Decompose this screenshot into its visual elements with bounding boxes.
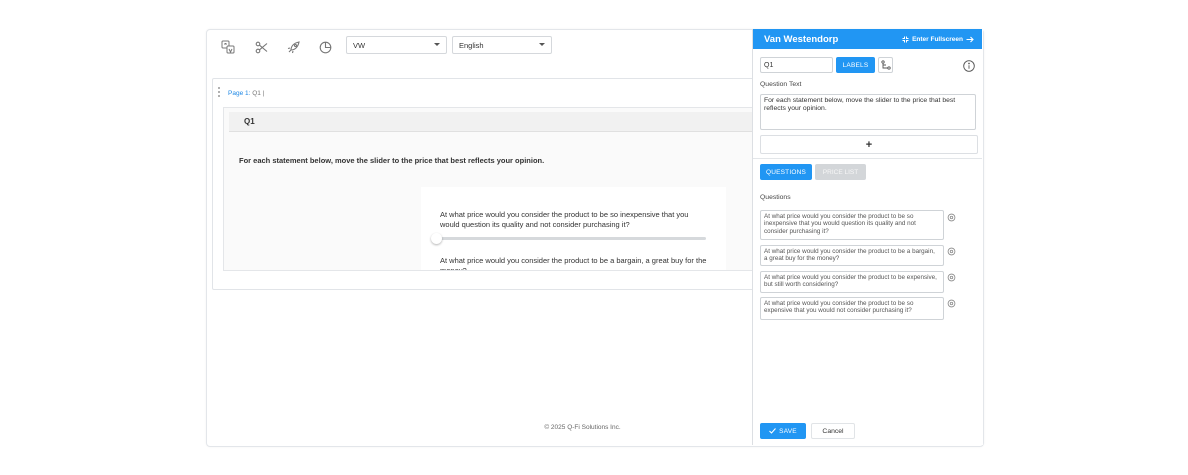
chevron-down-icon	[539, 43, 545, 46]
question-text-label: Question Text	[760, 81, 802, 88]
question-item[interactable]: At what price would you consider the pro…	[760, 297, 944, 320]
scissors-icon[interactable]	[252, 38, 270, 56]
question-item[interactable]: At what price would you consider the pro…	[760, 271, 944, 293]
gear-icon[interactable]	[947, 213, 956, 222]
translate-icon[interactable]	[219, 38, 237, 56]
labels-button[interactable]: LABELS	[836, 57, 875, 73]
fullscreen-label: Enter Fullscreen	[912, 35, 963, 43]
info-icon[interactable]	[963, 59, 975, 72]
question-name: Q1	[229, 112, 754, 132]
panel-title: Van Westendorp	[764, 33, 839, 45]
enter-fullscreen-button[interactable]: Enter Fullscreen	[902, 36, 974, 43]
rocket-icon[interactable]	[284, 38, 302, 56]
question-settings-panel: Van Westendorp Enter Fullscreen LABELS Q…	[752, 29, 983, 445]
survey-select-value: VW	[353, 40, 366, 50]
question-card[interactable]: Q1 For each statement below, move the sl…	[223, 107, 754, 271]
slider-question: At what price would you consider the pro…	[440, 256, 707, 271]
question-name-input[interactable]	[760, 57, 833, 73]
chevron-down-icon	[434, 43, 440, 46]
slider-question: At what price would you consider the pro…	[440, 210, 689, 229]
slider-track[interactable]	[440, 237, 706, 240]
question-text: For each statement below, move the slide…	[239, 156, 545, 165]
compress-icon	[902, 36, 909, 42]
branch-icon	[880, 60, 891, 70]
save-button[interactable]: SAVE	[760, 423, 806, 439]
panel-header: Van Westendorp Enter Fullscreen	[753, 29, 982, 49]
save-label: SAVE	[779, 427, 797, 435]
divider	[753, 158, 982, 159]
tab-questions[interactable]: QUESTIONS	[760, 164, 812, 180]
survey-select[interactable]: VW	[346, 36, 447, 54]
question-text-input[interactable]: For each statement below, move the slide…	[760, 94, 976, 130]
logic-button[interactable]	[878, 57, 893, 73]
slider-panel: At what price would you consider the pro…	[421, 187, 726, 271]
pie-chart-icon[interactable]	[316, 38, 334, 56]
question-item[interactable]: At what price would you consider the pro…	[760, 245, 944, 266]
page-question-list: Q1 |	[252, 90, 265, 97]
questions-label: Questions	[760, 194, 791, 201]
language-select-value: English	[459, 40, 484, 50]
slider-thumb[interactable]	[431, 233, 442, 244]
arrow-right-icon	[966, 36, 974, 42]
language-select[interactable]: English	[452, 36, 552, 54]
page-number: Page 1:	[228, 90, 251, 97]
add-button[interactable]: +	[760, 135, 978, 154]
question-item[interactable]: At what price would you consider the pro…	[760, 210, 944, 240]
gear-icon[interactable]	[947, 273, 956, 282]
page-label: Page 1: Q1 |	[228, 90, 264, 97]
gear-icon[interactable]	[947, 247, 956, 256]
tab-price-list[interactable]: PRICE LIST	[815, 164, 866, 180]
drag-handle-icon[interactable]	[218, 87, 221, 99]
cancel-button[interactable]: Cancel	[811, 423, 855, 439]
gear-icon[interactable]	[947, 299, 956, 308]
check-icon	[769, 428, 777, 434]
page-editor: Page 1: Q1 | Q1 For each statement below…	[212, 78, 755, 290]
